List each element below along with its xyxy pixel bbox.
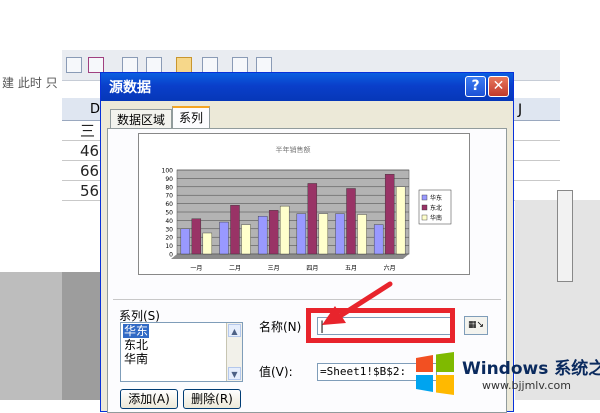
separator <box>113 299 501 300</box>
chart-bar <box>202 232 213 255</box>
x-tick-label: 二月 <box>229 265 241 272</box>
chart-bar <box>257 215 268 255</box>
site-watermark: Windows 系统之家 www.bjjmlv.com <box>408 348 600 400</box>
windows-logo-icon <box>416 352 454 395</box>
chart-preview: 半年销售额 0 10 20 30 40 50 60 70 80 90 100 一月 二月 三月 四月 五月 六月 华… <box>138 133 470 275</box>
toolbar-icon[interactable] <box>202 57 218 73</box>
x-tick-label: 五月 <box>345 265 357 272</box>
chart-bar <box>335 213 345 255</box>
sheet-cell[interactable]: 46 <box>80 142 99 160</box>
chart-bar <box>373 224 384 255</box>
series-list-item[interactable]: 东北 <box>123 338 149 352</box>
name-label: 名称(N) <box>259 320 302 334</box>
annotation-highlight-box <box>306 308 455 343</box>
help-button[interactable]: ? <box>465 76 486 97</box>
toolbar-icon[interactable] <box>66 57 82 73</box>
chart-bar <box>357 214 367 255</box>
legend-swatch <box>421 214 428 221</box>
chart-canvas: 半年销售额 0 1020 304050 6070 8090100 一月 二月 三月 四月 五月 六月 华… <box>162 145 452 272</box>
dialog-title: 源数据 <box>109 80 151 96</box>
y-tick-label: 20 <box>165 235 173 242</box>
chart-bar <box>279 205 290 255</box>
y-tick-label: 50 <box>165 210 173 217</box>
chart-bar <box>307 183 318 255</box>
chart-bar <box>191 218 202 255</box>
chart-title: 半年销售额 <box>276 145 311 154</box>
legend-swatch <box>421 204 428 211</box>
y-tick-label: 90 <box>165 176 173 183</box>
watermark-url: www.bjjmlv.com <box>482 379 571 392</box>
watermark-title: Windows 系统之家 <box>462 359 600 379</box>
x-tick-label: 一月 <box>190 265 202 272</box>
scroll-down-icon[interactable]: ▼ <box>228 367 241 380</box>
x-tick-label: 三月 <box>268 265 280 272</box>
y-tick-label: 40 <box>165 218 173 225</box>
series-list-item[interactable]: 华南 <box>123 352 149 366</box>
scroll-up-icon[interactable]: ▲ <box>228 324 241 337</box>
range-picker-icon: ▦↘ <box>467 320 485 330</box>
chart-bar <box>318 213 329 255</box>
legend-label: 华南 <box>430 214 442 222</box>
chart-bar <box>230 205 240 255</box>
sheet-cell[interactable]: 56 <box>80 182 99 200</box>
tab-data-range[interactable]: 数据区域 <box>110 109 173 129</box>
column-header-j[interactable]: J <box>518 102 522 118</box>
legend-swatch <box>421 194 428 201</box>
y-tick-label: 100 <box>162 168 174 175</box>
chart-bar <box>296 213 307 255</box>
toolbar-icon[interactable] <box>256 57 272 73</box>
formula-hint-text: 建 此时 只 <box>2 76 58 90</box>
close-button[interactable]: ✕ <box>488 76 509 97</box>
sheet-gray-area <box>62 272 100 400</box>
delete-series-button[interactable]: 删除(R) <box>183 389 241 409</box>
value-label: 值(V): <box>259 365 293 379</box>
column-header-d[interactable]: D <box>90 102 100 117</box>
y-tick-label: 80 <box>165 184 173 191</box>
y-tick-label: 10 <box>165 243 173 250</box>
toolbar-icon[interactable] <box>176 57 192 73</box>
tab-series[interactable]: 系列 <box>172 106 211 129</box>
sheet-chart-bar <box>557 190 573 282</box>
chart-wizard-icon[interactable] <box>88 57 104 73</box>
series-list-item[interactable]: 华东 <box>123 324 150 338</box>
toolbar-icon[interactable] <box>146 57 162 73</box>
y-tick-label: 70 <box>165 193 173 200</box>
chart-bar <box>346 188 356 255</box>
chart-bar <box>219 221 229 255</box>
y-tick-label: 0 <box>169 252 173 259</box>
series-list-scrollbar[interactable]: ▲ ▼ <box>226 323 242 381</box>
sheet-cell[interactable]: 三 <box>80 120 95 141</box>
chart-floor <box>171 254 409 259</box>
sheet-cell[interactable]: 66 <box>80 162 99 180</box>
y-tick-label: 60 <box>165 201 173 208</box>
chart-bar <box>180 228 191 255</box>
add-series-button[interactable]: 添加(A) <box>120 389 178 409</box>
series-listbox[interactable]: 华东 东北 华南 ▲ ▼ <box>120 322 243 382</box>
y-tick-label: 30 <box>165 226 173 233</box>
toolbar-icon[interactable] <box>232 57 248 73</box>
x-tick-label: 六月 <box>384 264 396 272</box>
toolbar-icon[interactable] <box>122 57 138 73</box>
x-tick-label: 四月 <box>306 265 318 272</box>
chart-bar <box>395 186 406 255</box>
chart-bar <box>241 224 251 255</box>
chart-bar <box>268 210 279 255</box>
legend-label: 东北 <box>430 204 442 212</box>
legend-label: 华东 <box>430 194 442 202</box>
sheet-gray-area <box>0 272 62 400</box>
name-range-picker-button[interactable]: ▦↘ <box>464 316 488 335</box>
dialog-titlebar[interactable]: 源数据 ? ✕ <box>101 73 513 101</box>
chart-bar <box>384 174 395 255</box>
